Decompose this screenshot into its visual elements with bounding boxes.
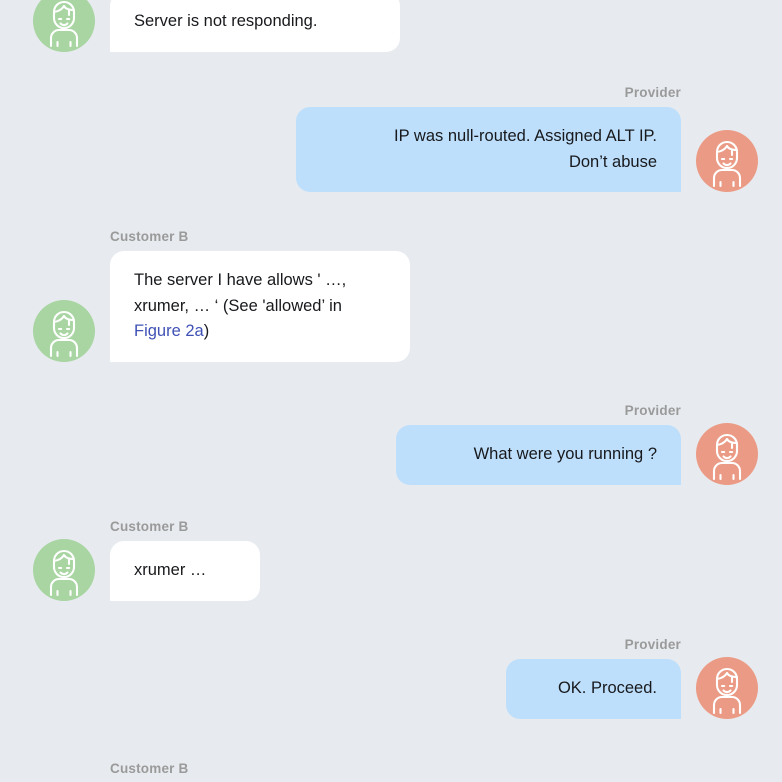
speaker-label-customer: Customer B [110, 229, 189, 244]
message-bubble: xrumer … [110, 541, 260, 601]
message-text-after-link: ) [203, 322, 210, 341]
speaker-label-customer: Customer B [110, 519, 189, 534]
customer-avatar-icon [33, 538, 95, 601]
bubble-column: Customer B xrumer … [110, 519, 260, 601]
customer-avatar-icon [33, 299, 95, 362]
message-row-customer-1: Server is not responding. [33, 0, 400, 52]
message-row-provider-1: Provider IP was null-routed. Assigned AL… [296, 85, 758, 193]
message-bubble: Server is not responding. [110, 0, 400, 52]
chat-transcript: Server is not responding. Provider IP wa… [0, 0, 782, 782]
message-line-1: IP was null-routed. Assigned ALT IP. [394, 127, 657, 145]
speaker-label-customer-trailing: Customer B [110, 761, 189, 776]
provider-avatar-icon [696, 130, 758, 193]
provider-avatar-icon [696, 656, 758, 719]
speaker-label-provider: Provider [624, 403, 681, 418]
message-bubble: What were you running ? [396, 425, 681, 485]
speaker-label-provider: Provider [624, 637, 681, 652]
bubble-column: Customer B The server I have allows ' …,… [110, 229, 410, 362]
message-bubble: The server I have allows ' …, xrumer, … … [110, 251, 410, 362]
message-row-customer-3: Customer B xrumer … [33, 519, 260, 601]
bubble-column: Provider OK. Proceed. [506, 637, 681, 719]
message-text-before-link: The server I have allows ' …, xrumer, … … [134, 271, 347, 315]
bubble-column: Provider IP was null-routed. Assigned AL… [296, 85, 681, 193]
message-row-provider-2: Provider What were you running ? [396, 403, 758, 485]
bubble-column: Provider What were you running ? [396, 403, 681, 485]
message-bubble: IP was null-routed. Assigned ALT IP. Don… [296, 107, 681, 193]
speaker-label-provider: Provider [624, 85, 681, 100]
message-row-provider-3: Provider OK. Proceed. [506, 637, 758, 719]
figure-reference-link[interactable]: Figure 2a [134, 322, 204, 340]
message-line-2: Don’t abuse [568, 152, 657, 171]
provider-avatar-icon [696, 422, 758, 485]
message-row-customer-2: Customer B The server I have allows ' …,… [33, 229, 410, 362]
message-bubble: OK. Proceed. [506, 659, 681, 719]
bubble-column: Server is not responding. [110, 0, 400, 52]
customer-avatar-icon [33, 0, 95, 52]
